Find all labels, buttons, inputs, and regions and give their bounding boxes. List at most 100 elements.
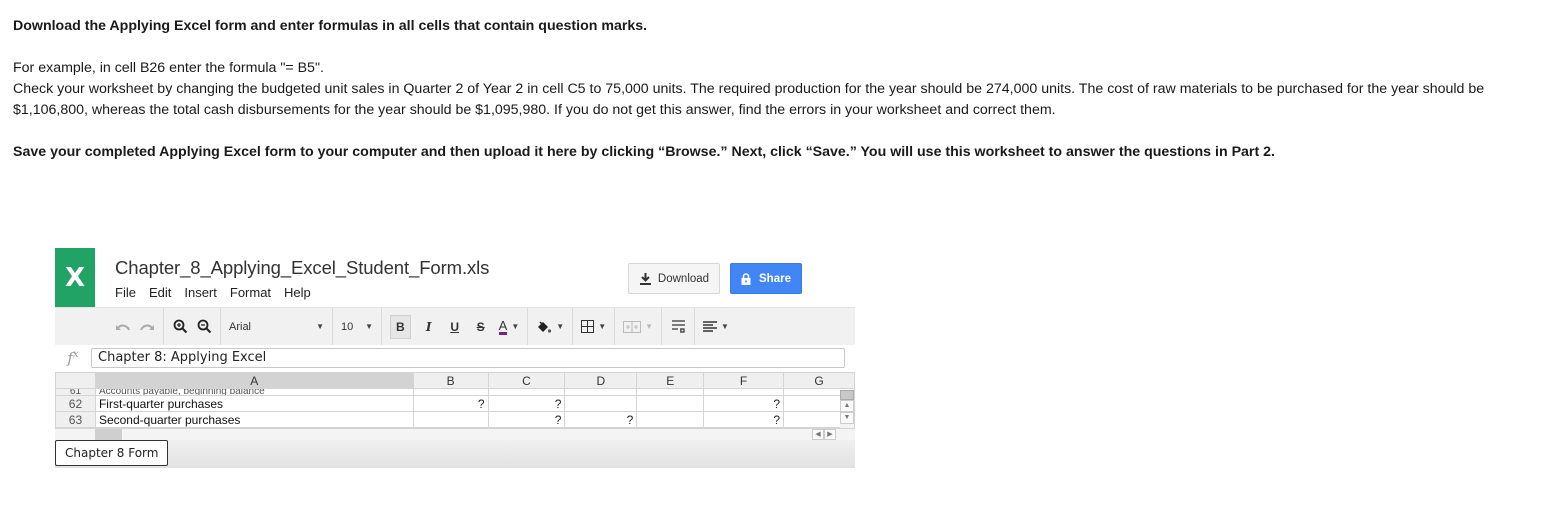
menu-format[interactable]: Format	[230, 285, 271, 300]
paint-bucket-icon	[538, 320, 552, 333]
font-size-select[interactable]: 10 ▼	[341, 315, 373, 339]
borders-button[interactable]: ▼	[581, 315, 606, 339]
cell[interactable]	[636, 388, 705, 396]
row-number[interactable]: 62	[55, 395, 96, 412]
borders-icon	[581, 320, 595, 333]
font-family-select[interactable]: Arial ▼	[229, 315, 324, 339]
chevron-down-icon: ▼	[365, 322, 373, 331]
chevron-down-icon: ▼	[511, 322, 520, 331]
menu-edit[interactable]: Edit	[149, 285, 171, 300]
download-button[interactable]: Download	[628, 263, 720, 294]
instructions-check: Check your worksheet by changing the bud…	[13, 81, 1485, 118]
zoom-out-icon	[197, 319, 211, 334]
toolbar-font-group: Arial ▼	[221, 308, 333, 345]
merge-cells-icon	[623, 320, 642, 333]
toolbar-align-group: ▼	[695, 308, 737, 345]
column-header-b[interactable]: B	[412, 372, 489, 389]
toolbar: Arial ▼ 10 ▼ B I U S A ▼ ▼ ▼ ▼ ▼	[55, 307, 855, 345]
table-row: 61 Accounts payable, beginning balance	[55, 388, 855, 396]
toolbar-size-group: 10 ▼	[333, 308, 382, 345]
zoom-in-button[interactable]	[172, 315, 188, 339]
merge-cells-button[interactable]: ▼	[623, 315, 653, 339]
cell[interactable]: ?	[412, 395, 489, 412]
column-header-a[interactable]: A	[94, 372, 414, 389]
scroll-left-icon[interactable]: ◀	[812, 429, 824, 440]
chevron-down-icon: ▼	[556, 322, 565, 331]
bold-button[interactable]: B	[390, 314, 411, 339]
chevron-down-icon: ▼	[721, 322, 729, 331]
scroll-down-icon[interactable]: ▼	[840, 412, 854, 424]
redo-icon	[140, 324, 154, 330]
column-header-f[interactable]: F	[703, 372, 785, 389]
column-header-g[interactable]: G	[783, 372, 855, 389]
wrap-text-icon	[671, 320, 685, 333]
cell[interactable]: ?	[703, 395, 785, 412]
spreadsheet-viewer: X Chapter_8_Applying_Excel_Student_Form.…	[55, 248, 855, 468]
formula-input[interactable]: Chapter 8: Applying Excel	[91, 348, 845, 368]
cell[interactable]	[564, 388, 638, 396]
strikethrough-button[interactable]: S	[473, 315, 489, 339]
cell[interactable]	[412, 388, 489, 396]
row-number[interactable]: 63	[55, 411, 96, 428]
font-size-value: 10	[341, 320, 354, 333]
undo-icon	[116, 324, 130, 330]
text-color-icon: A	[498, 317, 508, 335]
excel-logo-icon: X	[55, 248, 95, 308]
instructions-save: Save your completed Applying Excel form …	[13, 144, 1275, 160]
download-label: Download	[657, 272, 710, 285]
row-number[interactable]: 61	[55, 388, 96, 396]
download-icon	[639, 273, 651, 285]
lock-icon	[741, 272, 751, 285]
menu-insert[interactable]: Insert	[184, 285, 217, 300]
horizontal-scrollbar[interactable]: ◀ ▶	[55, 428, 855, 440]
column-header-c[interactable]: C	[487, 372, 566, 389]
scroll-up-icon[interactable]: ▲	[840, 400, 854, 412]
chevron-down-icon: ▼	[645, 322, 654, 331]
zoom-in-icon	[173, 319, 187, 334]
cell[interactable]: Accounts payable, beginning balance	[94, 388, 414, 396]
fill-color-button[interactable]: ▼	[536, 315, 564, 339]
italic-button[interactable]: I	[421, 315, 437, 339]
horizontal-scroll-thumb[interactable]	[95, 429, 122, 440]
cell[interactable]: ?	[487, 411, 566, 428]
instructions: Download the Applying Excel form and ent…	[13, 16, 1548, 163]
corner-cell[interactable]	[55, 372, 96, 389]
align-button[interactable]: ▼	[703, 315, 729, 339]
cell[interactable]	[636, 395, 705, 412]
toolbar-merge-group: ▼	[615, 308, 663, 345]
column-header-d[interactable]: D	[564, 372, 638, 389]
toolbar-fill-group: ▼	[528, 308, 574, 345]
zoom-out-button[interactable]	[196, 315, 212, 339]
cell[interactable]: Second-quarter purchases	[94, 411, 414, 428]
column-header-row: A B C D E F G	[55, 372, 855, 389]
toolbar-borders-group: ▼	[573, 308, 616, 345]
table-row: 63 Second-quarter purchases ? ? ?	[55, 411, 855, 428]
undo-button[interactable]	[115, 315, 131, 339]
scroll-right-icon[interactable]: ▶	[824, 429, 836, 440]
redo-button[interactable]	[139, 315, 155, 339]
menu-help[interactable]: Help	[284, 285, 311, 300]
vertical-scroll-thumb[interactable]	[840, 390, 854, 400]
text-color-button[interactable]: A ▼	[498, 315, 520, 339]
cell[interactable]: ?	[564, 411, 638, 428]
cell[interactable]	[636, 411, 705, 428]
cell[interactable]: ?	[487, 395, 566, 412]
formula-bar: fx Chapter 8: Applying Excel	[55, 346, 855, 370]
cell[interactable]	[564, 395, 638, 412]
wrap-text-button[interactable]	[670, 315, 686, 339]
vertical-scrollbar[interactable]: ▲ ▼	[840, 390, 854, 428]
function-icon: fx	[67, 349, 79, 367]
cell[interactable]: ?	[703, 411, 785, 428]
column-header-e[interactable]: E	[636, 372, 705, 389]
sheet-tab[interactable]: Chapter 8 Form	[55, 440, 169, 466]
underline-button[interactable]: U	[447, 315, 463, 339]
menu-file[interactable]: File	[115, 285, 136, 300]
table-row: 62 First-quarter purchases ? ? ?	[55, 395, 855, 412]
cell[interactable]: First-quarter purchases	[94, 395, 414, 412]
cell[interactable]	[703, 388, 785, 396]
share-button[interactable]: Share	[730, 263, 802, 294]
toolbar-history-group	[107, 308, 164, 345]
cell[interactable]	[487, 388, 566, 396]
cell[interactable]	[412, 411, 489, 428]
